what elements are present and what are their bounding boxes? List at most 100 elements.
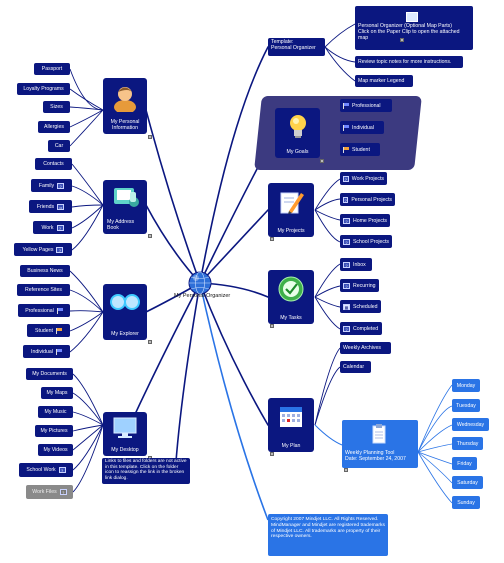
address-book-icon (114, 188, 139, 207)
work-item[interactable]: Work? (33, 221, 72, 234)
professional-link-item[interactable]: Professional (18, 304, 70, 317)
school-projects-item[interactable]: ? School Projects (340, 235, 392, 248)
attachment-icon[interactable] (148, 135, 152, 139)
person-icon (114, 87, 136, 112)
attachment-icon[interactable] (270, 237, 274, 241)
day-saturday[interactable]: Saturday (452, 476, 483, 489)
loyalty-programs-item[interactable]: Loyalty Programs (17, 83, 70, 95)
lightbulb-icon (289, 115, 306, 138)
help-icon: ? (343, 217, 350, 224)
business-news-item[interactable]: Business News (20, 265, 70, 277)
template-node[interactable]: Template: Personal Organizer (268, 38, 325, 56)
center-topic-label[interactable]: My Personal Organizer (174, 293, 230, 299)
personal-projects-item[interactable]: ? Personal Projects (340, 193, 395, 206)
spoke-plan (199, 282, 269, 426)
reference-sites-item[interactable]: Reference Sites (17, 284, 70, 296)
day-tuesday[interactable]: Tuesday (452, 399, 480, 412)
day-monday[interactable]: Monday (452, 379, 480, 392)
car-item[interactable]: Car (48, 140, 70, 152)
plan-node[interactable]: My Plan (268, 398, 314, 452)
passport-item[interactable]: Passport (34, 63, 70, 75)
spoke-projects (199, 209, 269, 284)
home-projects-item[interactable]: ? Home Projects (340, 214, 390, 227)
my-documents-item[interactable]: My Documents (26, 368, 73, 380)
clipboard-icon (372, 424, 386, 444)
my-videos-item[interactable]: My Videos (38, 444, 73, 456)
work-label: Work (41, 224, 54, 231)
allergies-item[interactable]: Allergies (38, 121, 70, 133)
desktop-note: Links to files and folders are not activ… (102, 458, 190, 484)
friends-item[interactable]: Friends •• (29, 200, 72, 213)
school-work-label: School Work (26, 467, 56, 473)
personal-information-label: My Personal Information (110, 119, 140, 131)
individual-link-label: Individual (31, 348, 53, 355)
day-thursday[interactable]: Thursday (452, 437, 483, 450)
goal-student-item[interactable]: Student (340, 143, 380, 156)
attachment-icon[interactable] (270, 324, 274, 328)
tasks-label: My Tasks (280, 315, 302, 321)
broken-folder-icon: ? (59, 489, 67, 495)
professional-link-label: Professional (25, 307, 54, 314)
flag-blue-icon (56, 307, 63, 314)
day-wednesday[interactable]: Wednesday (452, 418, 489, 431)
goal-individual-label: Individual (352, 124, 374, 131)
yellow-pages-item[interactable]: Yellow Pages? (14, 243, 72, 256)
goal-professional-item[interactable]: Professional (340, 99, 392, 112)
spoke-copyright (199, 282, 269, 521)
copyright-note: Copyright 2007 Mindjet LLC. All Rights R… (268, 514, 388, 556)
work-projects-item[interactable]: ? Work Projects (340, 172, 387, 185)
review-notes-item[interactable]: Review topic notes for more instructions… (355, 56, 463, 68)
completed-item[interactable]: ? Completed (340, 322, 382, 335)
attachment-icon[interactable] (320, 159, 324, 163)
flag-blue-icon (343, 102, 349, 109)
paper-clip-icon[interactable] (400, 38, 404, 42)
address-book-node[interactable]: My Address Book (103, 180, 147, 234)
clock-check-icon (278, 276, 304, 302)
explorer-node[interactable]: My Explorer (103, 284, 147, 340)
day-sunday[interactable]: Sunday (452, 496, 480, 509)
mindmap-connectors (69, 23, 453, 521)
plan-label: My Plan (281, 443, 301, 449)
day-friday[interactable]: Friday (452, 457, 477, 470)
scheduled-label: Scheduled (353, 303, 378, 310)
home-projects-label: Home Projects (352, 217, 387, 224)
map-marker-legend-item[interactable]: Map marker Legend (355, 75, 413, 87)
student-link-label: Student (35, 327, 53, 334)
tasks-node[interactable]: My Tasks (268, 270, 314, 324)
goal-student-label: Student (352, 146, 370, 153)
individual-link-item[interactable]: Individual (23, 345, 70, 358)
personal-information-node[interactable]: My Personal Information (103, 78, 147, 134)
desktop-node[interactable]: My Desktop (103, 412, 147, 456)
help-icon: ? (343, 325, 350, 332)
work-files-item[interactable]: Work Files? (26, 485, 73, 499)
contacts-item[interactable]: Contacts (35, 158, 72, 170)
help-icon: ? (343, 175, 349, 182)
folder-icon: ? (58, 467, 66, 473)
scheduled-item[interactable]: ▦ Scheduled (340, 300, 381, 313)
goal-individual-item[interactable]: Individual (340, 121, 384, 134)
friends-label: Friends (36, 203, 55, 210)
recurring-item[interactable]: ? Recurring (340, 279, 379, 292)
inbox-item[interactable]: ? Inbox (340, 258, 372, 271)
school-projects-label: School Projects (352, 238, 389, 245)
glasses-icon (110, 294, 140, 310)
family-label: Family (38, 182, 55, 189)
my-music-item[interactable]: My Music (38, 406, 73, 418)
goal-professional-label: Professional (352, 102, 381, 109)
weekly-archives-item[interactable]: Weekly Archives (340, 342, 391, 354)
school-work-item[interactable]: School Work? (19, 463, 73, 477)
attachment-icon[interactable] (344, 468, 348, 472)
sizes-item[interactable]: Sizes (43, 101, 70, 113)
my-maps-item[interactable]: My Maps (41, 387, 73, 399)
projects-label: My Projects (277, 228, 305, 234)
family-item[interactable]: Family? (31, 179, 72, 192)
goals-node[interactable]: My Goals (275, 108, 320, 158)
calendar-item[interactable]: Calendar (340, 361, 371, 373)
my-pictures-item[interactable]: My Pictures (35, 425, 73, 437)
spoke-desktop-note (174, 282, 201, 476)
attachment-icon[interactable] (270, 452, 274, 456)
projects-node[interactable]: My Projects (268, 183, 314, 237)
student-link-item[interactable]: Student (27, 324, 70, 337)
attachment-icon[interactable] (148, 234, 152, 238)
attachment-icon[interactable] (148, 340, 152, 344)
